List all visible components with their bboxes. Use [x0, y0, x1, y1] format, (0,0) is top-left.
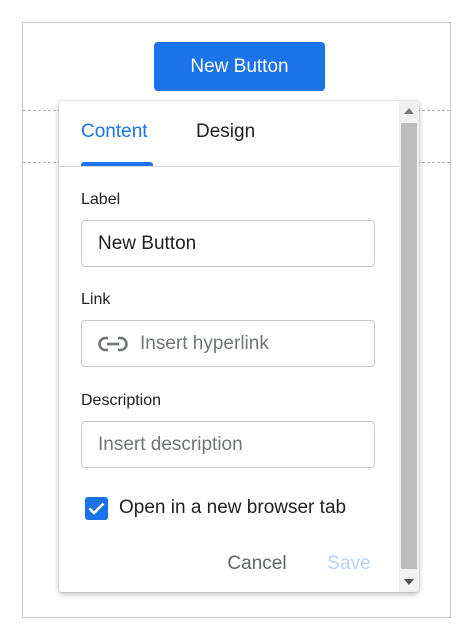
- link-field-label: Link: [81, 291, 111, 308]
- new-tab-checkbox[interactable]: [85, 497, 108, 520]
- checkmark-icon: [88, 502, 105, 515]
- label-input-value: New Button: [98, 232, 197, 254]
- label-input[interactable]: New Button: [81, 220, 375, 267]
- tab-bar: Content Design: [59, 101, 399, 167]
- description-input[interactable]: Insert description: [81, 421, 375, 468]
- button-settings-dialog: Content Design Label New Button Link Ins…: [59, 101, 419, 592]
- dialog-scrollbar[interactable]: [399, 101, 419, 592]
- new-button[interactable]: New Button: [154, 42, 325, 91]
- link-icon: [98, 334, 130, 354]
- scroll-up-icon[interactable]: [404, 108, 414, 114]
- label-field-label: Label: [81, 191, 121, 208]
- tab-design[interactable]: Design: [196, 121, 255, 143]
- scroll-thumb[interactable]: [401, 123, 417, 569]
- new-tab-checkbox-label[interactable]: Open in a new browser tab: [119, 497, 346, 519]
- description-input-placeholder: Insert description: [98, 433, 243, 455]
- link-input-placeholder: Insert hyperlink: [140, 332, 269, 354]
- active-tab-indicator: [81, 162, 153, 166]
- cancel-button[interactable]: Cancel: [217, 551, 297, 577]
- tab-content[interactable]: Content: [81, 121, 148, 143]
- scroll-down-icon[interactable]: [404, 579, 414, 585]
- save-button[interactable]: Save: [321, 551, 377, 577]
- description-field-label: Description: [81, 392, 162, 409]
- link-input[interactable]: Insert hyperlink: [81, 320, 375, 367]
